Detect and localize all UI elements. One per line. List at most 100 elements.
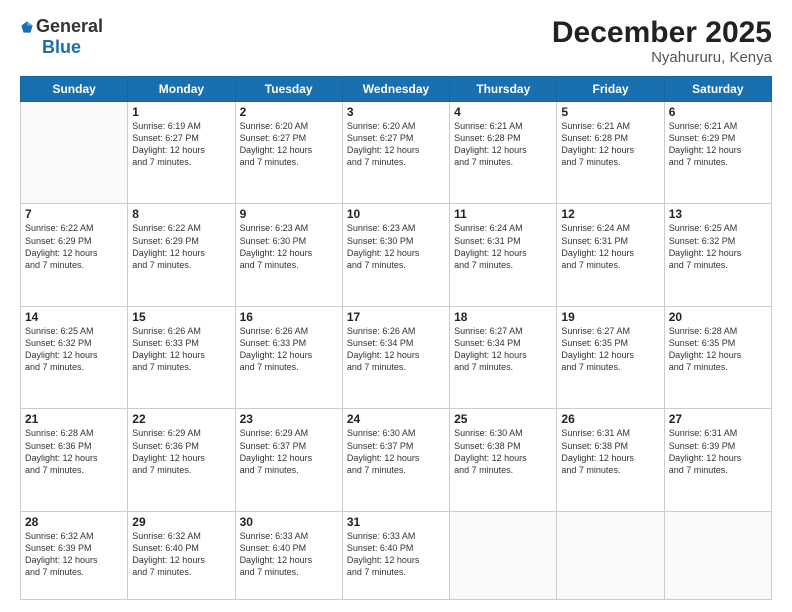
day-info: Sunrise: 6:28 AM Sunset: 6:35 PM Dayligh… [669,325,767,374]
logo: General Blue [20,16,103,58]
day-info: Sunrise: 6:32 AM Sunset: 6:39 PM Dayligh… [25,530,123,579]
logo-general: General [36,16,103,37]
day-number: 14 [25,310,123,324]
day-number: 10 [347,207,445,221]
day-info: Sunrise: 6:24 AM Sunset: 6:31 PM Dayligh… [561,222,659,271]
day-info: Sunrise: 6:20 AM Sunset: 6:27 PM Dayligh… [240,120,338,169]
day-number: 6 [669,105,767,119]
page: General Blue December 2025 Nyahururu, Ke… [0,0,792,612]
day-number: 30 [240,515,338,529]
calendar-cell: 8Sunrise: 6:22 AM Sunset: 6:29 PM Daylig… [128,204,235,306]
day-info: Sunrise: 6:23 AM Sunset: 6:30 PM Dayligh… [240,222,338,271]
calendar-cell: 4Sunrise: 6:21 AM Sunset: 6:28 PM Daylig… [450,102,557,204]
day-info: Sunrise: 6:32 AM Sunset: 6:40 PM Dayligh… [132,530,230,579]
calendar-cell: 22Sunrise: 6:29 AM Sunset: 6:36 PM Dayli… [128,409,235,511]
day-number: 4 [454,105,552,119]
day-number: 5 [561,105,659,119]
calendar-cell: 1Sunrise: 6:19 AM Sunset: 6:27 PM Daylig… [128,102,235,204]
day-info: Sunrise: 6:21 AM Sunset: 6:28 PM Dayligh… [454,120,552,169]
day-info: Sunrise: 6:31 AM Sunset: 6:39 PM Dayligh… [669,427,767,476]
day-number: 27 [669,412,767,426]
calendar-cell [557,511,664,599]
day-info: Sunrise: 6:27 AM Sunset: 6:35 PM Dayligh… [561,325,659,374]
day-info: Sunrise: 6:22 AM Sunset: 6:29 PM Dayligh… [25,222,123,271]
day-info: Sunrise: 6:22 AM Sunset: 6:29 PM Dayligh… [132,222,230,271]
calendar-cell: 20Sunrise: 6:28 AM Sunset: 6:35 PM Dayli… [664,306,771,408]
calendar-cell: 19Sunrise: 6:27 AM Sunset: 6:35 PM Dayli… [557,306,664,408]
day-number: 19 [561,310,659,324]
day-info: Sunrise: 6:28 AM Sunset: 6:36 PM Dayligh… [25,427,123,476]
day-number: 28 [25,515,123,529]
day-info: Sunrise: 6:26 AM Sunset: 6:34 PM Dayligh… [347,325,445,374]
calendar-cell: 17Sunrise: 6:26 AM Sunset: 6:34 PM Dayli… [342,306,449,408]
calendar-week-row: 7Sunrise: 6:22 AM Sunset: 6:29 PM Daylig… [21,204,772,306]
weekday-header: Saturday [664,77,771,102]
day-info: Sunrise: 6:33 AM Sunset: 6:40 PM Dayligh… [240,530,338,579]
calendar-subtitle: Nyahururu, Kenya [552,49,772,66]
day-number: 3 [347,105,445,119]
day-number: 9 [240,207,338,221]
day-info: Sunrise: 6:20 AM Sunset: 6:27 PM Dayligh… [347,120,445,169]
day-number: 13 [669,207,767,221]
calendar-cell: 18Sunrise: 6:27 AM Sunset: 6:34 PM Dayli… [450,306,557,408]
calendar-cell: 12Sunrise: 6:24 AM Sunset: 6:31 PM Dayli… [557,204,664,306]
day-info: Sunrise: 6:33 AM Sunset: 6:40 PM Dayligh… [347,530,445,579]
day-number: 2 [240,105,338,119]
day-number: 21 [25,412,123,426]
day-number: 22 [132,412,230,426]
calendar-table: SundayMondayTuesdayWednesdayThursdayFrid… [20,76,772,600]
calendar-cell: 30Sunrise: 6:33 AM Sunset: 6:40 PM Dayli… [235,511,342,599]
calendar-cell: 25Sunrise: 6:30 AM Sunset: 6:38 PM Dayli… [450,409,557,511]
weekday-header: Friday [557,77,664,102]
day-number: 1 [132,105,230,119]
calendar-cell [21,102,128,204]
day-info: Sunrise: 6:29 AM Sunset: 6:37 PM Dayligh… [240,427,338,476]
calendar-cell: 29Sunrise: 6:32 AM Sunset: 6:40 PM Dayli… [128,511,235,599]
calendar-title: December 2025 [552,16,772,49]
day-info: Sunrise: 6:30 AM Sunset: 6:37 PM Dayligh… [347,427,445,476]
day-info: Sunrise: 6:30 AM Sunset: 6:38 PM Dayligh… [454,427,552,476]
day-number: 12 [561,207,659,221]
day-number: 11 [454,207,552,221]
day-number: 29 [132,515,230,529]
calendar-cell: 2Sunrise: 6:20 AM Sunset: 6:27 PM Daylig… [235,102,342,204]
weekday-header: Tuesday [235,77,342,102]
day-number: 26 [561,412,659,426]
day-info: Sunrise: 6:25 AM Sunset: 6:32 PM Dayligh… [25,325,123,374]
day-info: Sunrise: 6:26 AM Sunset: 6:33 PM Dayligh… [240,325,338,374]
calendar-cell: 27Sunrise: 6:31 AM Sunset: 6:39 PM Dayli… [664,409,771,511]
day-number: 31 [347,515,445,529]
header: General Blue December 2025 Nyahururu, Ke… [20,16,772,66]
weekday-header: Monday [128,77,235,102]
title-block: December 2025 Nyahururu, Kenya [552,16,772,66]
logo-blue: Blue [42,37,81,58]
day-number: 18 [454,310,552,324]
weekday-header: Sunday [21,77,128,102]
calendar-cell: 21Sunrise: 6:28 AM Sunset: 6:36 PM Dayli… [21,409,128,511]
calendar-cell: 26Sunrise: 6:31 AM Sunset: 6:38 PM Dayli… [557,409,664,511]
calendar-cell: 11Sunrise: 6:24 AM Sunset: 6:31 PM Dayli… [450,204,557,306]
calendar-cell: 31Sunrise: 6:33 AM Sunset: 6:40 PM Dayli… [342,511,449,599]
day-number: 20 [669,310,767,324]
calendar-cell: 10Sunrise: 6:23 AM Sunset: 6:30 PM Dayli… [342,204,449,306]
calendar-week-row: 28Sunrise: 6:32 AM Sunset: 6:39 PM Dayli… [21,511,772,599]
day-info: Sunrise: 6:25 AM Sunset: 6:32 PM Dayligh… [669,222,767,271]
calendar-week-row: 21Sunrise: 6:28 AM Sunset: 6:36 PM Dayli… [21,409,772,511]
day-number: 8 [132,207,230,221]
weekday-header: Wednesday [342,77,449,102]
day-number: 16 [240,310,338,324]
calendar-cell: 28Sunrise: 6:32 AM Sunset: 6:39 PM Dayli… [21,511,128,599]
day-info: Sunrise: 6:26 AM Sunset: 6:33 PM Dayligh… [132,325,230,374]
day-info: Sunrise: 6:27 AM Sunset: 6:34 PM Dayligh… [454,325,552,374]
weekday-header: Thursday [450,77,557,102]
calendar-cell [664,511,771,599]
day-number: 25 [454,412,552,426]
calendar-cell: 24Sunrise: 6:30 AM Sunset: 6:37 PM Dayli… [342,409,449,511]
calendar-cell: 9Sunrise: 6:23 AM Sunset: 6:30 PM Daylig… [235,204,342,306]
day-number: 24 [347,412,445,426]
calendar-cell: 5Sunrise: 6:21 AM Sunset: 6:28 PM Daylig… [557,102,664,204]
calendar-week-row: 1Sunrise: 6:19 AM Sunset: 6:27 PM Daylig… [21,102,772,204]
day-info: Sunrise: 6:24 AM Sunset: 6:31 PM Dayligh… [454,222,552,271]
calendar-cell: 6Sunrise: 6:21 AM Sunset: 6:29 PM Daylig… [664,102,771,204]
calendar-cell: 7Sunrise: 6:22 AM Sunset: 6:29 PM Daylig… [21,204,128,306]
